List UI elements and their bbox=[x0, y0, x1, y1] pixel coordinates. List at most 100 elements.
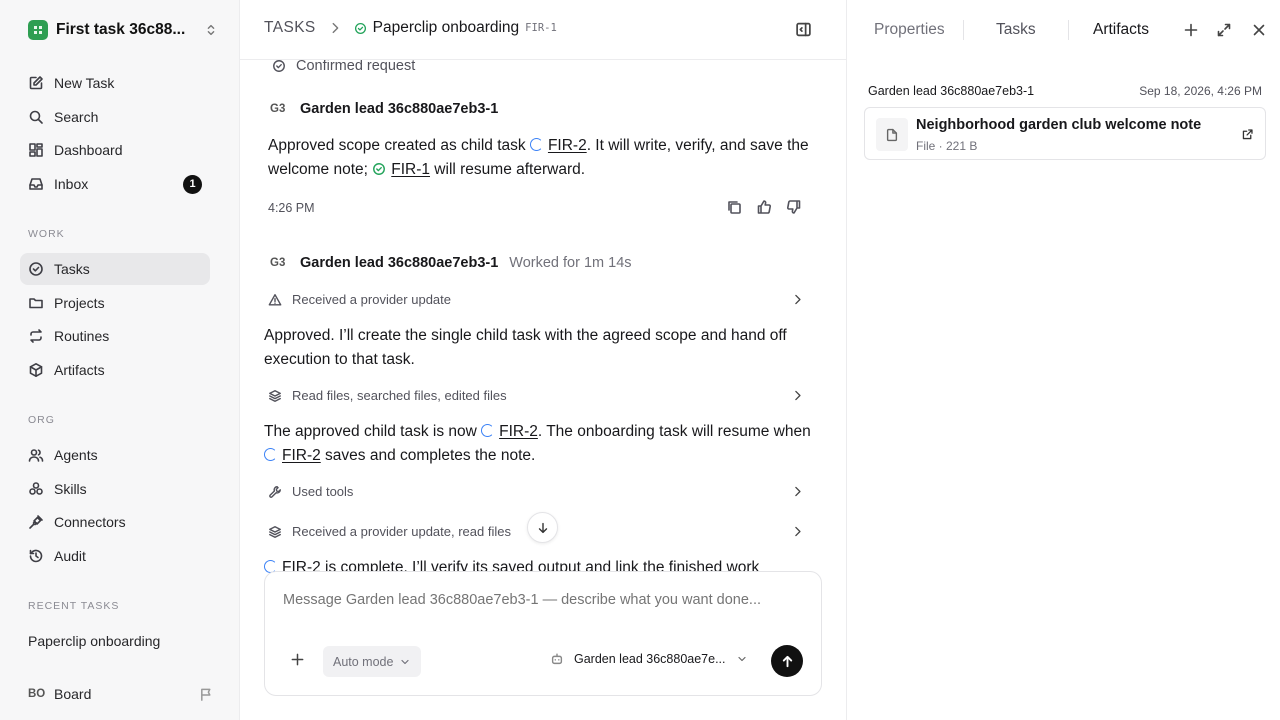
mode-selector[interactable]: Auto mode bbox=[323, 646, 422, 677]
activity-label: Received a provider update, read files bbox=[292, 524, 511, 539]
section-label-recent: RECENT TASKS bbox=[28, 600, 120, 612]
board-avatar: BO bbox=[28, 688, 46, 700]
warning-icon bbox=[268, 293, 282, 306]
arrow-down-icon bbox=[538, 522, 547, 533]
plus-icon[interactable] bbox=[290, 652, 305, 667]
tab-tasks[interactable]: Tasks bbox=[996, 21, 1036, 39]
board-user[interactable]: BO Board bbox=[28, 683, 214, 705]
message-body: Approved scope created as child task FIR… bbox=[268, 134, 816, 182]
nav-routines[interactable]: Routines bbox=[20, 320, 210, 352]
message-text: Approved scope created as child task bbox=[268, 137, 530, 154]
thumbs-up-icon[interactable] bbox=[756, 199, 772, 215]
activity-row[interactable]: Received a provider update bbox=[268, 292, 814, 307]
close-icon[interactable] bbox=[1251, 22, 1267, 38]
search-icon bbox=[29, 110, 43, 124]
artifact-author: Garden lead 36c880ae7eb3-1 bbox=[868, 84, 1035, 98]
activity-label: Used tools bbox=[292, 484, 354, 499]
expand-icon[interactable] bbox=[1216, 22, 1232, 38]
confirmed-request-row: Confirmed request bbox=[272, 60, 818, 74]
nav-inbox-label: Inbox bbox=[54, 176, 89, 192]
activity-row[interactable]: Used tools bbox=[268, 484, 814, 499]
task-link-fir-1[interactable]: FIR-1 bbox=[391, 161, 430, 178]
message-body: The approved child task is now FIR-2. Th… bbox=[264, 420, 816, 468]
task-title: Paperclip onboarding bbox=[372, 19, 520, 36]
artifact-date: Sep 18, 2026, 4:26 PM bbox=[1139, 84, 1262, 98]
nav-tasks[interactable]: Tasks bbox=[20, 253, 210, 285]
task-link-fir-2[interactable]: FIR-2 bbox=[499, 423, 538, 440]
avatar: G3 bbox=[270, 103, 286, 115]
thumbs-down-icon[interactable] bbox=[786, 199, 802, 215]
external-link-icon[interactable] bbox=[1241, 128, 1254, 141]
activity-row[interactable]: Read files, searched files, edited files bbox=[268, 388, 814, 403]
chevron-right-icon bbox=[795, 526, 801, 537]
message-author: Garden lead 36c880ae7eb3-1 bbox=[300, 101, 499, 117]
nav-audit[interactable]: Audit bbox=[20, 540, 210, 572]
chevron-up-down-icon bbox=[207, 24, 215, 36]
mode-label: Auto mode bbox=[333, 654, 394, 669]
check-circle-icon bbox=[354, 22, 366, 34]
repeat-icon bbox=[30, 329, 42, 343]
panel-toggle-icon[interactable] bbox=[795, 21, 812, 38]
task-link-fir-2[interactable]: FIR-2 bbox=[548, 137, 587, 154]
nav-inbox[interactable]: Inbox 1 bbox=[20, 168, 210, 200]
recent-task-item[interactable]: Paperclip onboarding bbox=[28, 633, 160, 649]
package-icon bbox=[29, 363, 43, 377]
plus-icon[interactable] bbox=[1183, 22, 1199, 38]
nav-agents[interactable]: Agents bbox=[20, 439, 210, 471]
nav-new-task[interactable]: New Task bbox=[20, 67, 210, 99]
nav-dashboard-label: Dashboard bbox=[54, 142, 123, 158]
section-label-org: ORG bbox=[28, 414, 55, 426]
flag-icon[interactable] bbox=[199, 687, 214, 702]
check-circle-icon bbox=[29, 262, 43, 276]
breadcrumb-tasks[interactable]: TASKS bbox=[264, 19, 316, 37]
task-link-fir-2[interactable]: FIR-2 bbox=[282, 447, 321, 464]
task-code: FIR-1 bbox=[525, 22, 557, 34]
message-actions bbox=[726, 199, 802, 215]
copy-icon[interactable] bbox=[726, 199, 742, 215]
chevron-down-icon bbox=[737, 656, 746, 662]
nav-projects-label: Projects bbox=[54, 295, 105, 311]
sidebar: First task 36c88... New Task Search Dash… bbox=[0, 0, 240, 720]
scroll-to-bottom-button[interactable] bbox=[527, 512, 558, 543]
workspace-switcher[interactable]: First task 36c88... bbox=[28, 18, 218, 42]
nav-tasks-label: Tasks bbox=[54, 261, 90, 277]
nav-connectors[interactable]: Connectors bbox=[20, 506, 210, 538]
message-header: G3 Garden lead 36c880ae7eb3-1 Worked for… bbox=[270, 255, 632, 271]
nav-skills-label: Skills bbox=[54, 481, 87, 497]
top-bar: TASKS Paperclip onboarding FIR-1 bbox=[240, 0, 846, 60]
message-text: saves and completes the note. bbox=[320, 447, 536, 464]
tab-properties[interactable]: Properties bbox=[874, 21, 944, 39]
tab-divider bbox=[963, 20, 964, 40]
wrench-icon bbox=[269, 485, 281, 498]
section-label-work: WORK bbox=[28, 228, 65, 240]
nav-agents-label: Agents bbox=[54, 447, 98, 463]
agent-label: Garden lead 36c880ae7e... bbox=[574, 652, 726, 666]
nav-skills[interactable]: Skills bbox=[20, 473, 210, 505]
inbox-icon bbox=[29, 178, 43, 190]
agent-selector[interactable]: Garden lead 36c880ae7e... bbox=[550, 652, 748, 666]
workspace-name: First task 36c88... bbox=[56, 21, 186, 38]
nav-artifacts[interactable]: Artifacts bbox=[20, 354, 210, 386]
nav-search[interactable]: Search bbox=[20, 101, 210, 133]
message-text: will resume afterward. bbox=[430, 161, 586, 178]
confirmed-request-text: Confirmed request bbox=[296, 60, 416, 74]
board-label: Board bbox=[54, 686, 92, 702]
message-header: G3 Garden lead 36c880ae7eb3-1 bbox=[270, 101, 498, 117]
chevron-right-icon bbox=[795, 390, 801, 401]
artifact-header: Garden lead 36c880ae7eb3-1 Sep 18, 2026,… bbox=[868, 84, 1262, 98]
chevron-right-icon bbox=[795, 486, 801, 497]
in-progress-icon bbox=[481, 424, 495, 437]
nav-dashboard[interactable]: Dashboard bbox=[20, 134, 210, 166]
send-button[interactable] bbox=[771, 645, 803, 677]
tab-artifacts[interactable]: Artifacts bbox=[1093, 21, 1149, 39]
nav-connectors-label: Connectors bbox=[54, 514, 126, 530]
message-text: The approved child task is now bbox=[264, 423, 482, 440]
nav-projects[interactable]: Projects bbox=[20, 287, 210, 319]
artifact-name: Neighborhood garden club welcome note bbox=[916, 117, 1202, 133]
artifact-card[interactable]: Neighborhood garden club welcome note Fi… bbox=[864, 107, 1266, 160]
layers-icon bbox=[269, 389, 281, 402]
message-input[interactable] bbox=[283, 592, 803, 608]
activity-label: Received a provider update bbox=[292, 292, 451, 307]
folder-icon bbox=[29, 298, 43, 309]
message-text: Approved. I’ll create the single child t… bbox=[264, 327, 787, 368]
